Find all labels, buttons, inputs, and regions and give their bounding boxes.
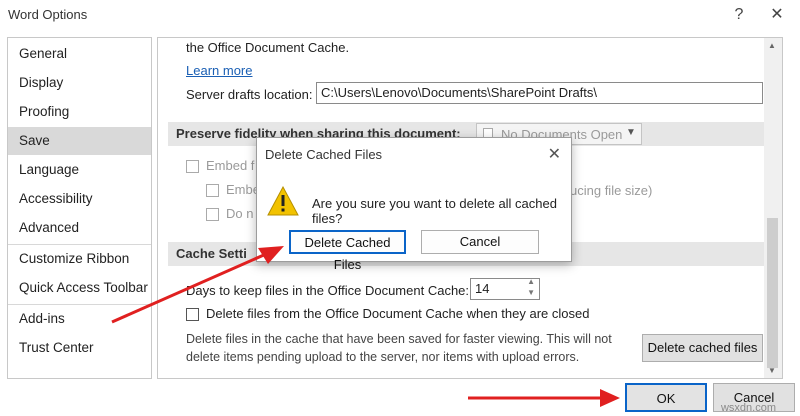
arrow-to-dialog-button	[111, 252, 267, 324]
arrow-head-ok	[600, 389, 620, 407]
annotation-arrows	[111, 246, 620, 407]
watermark-text: wsxdn.com	[720, 402, 776, 414]
